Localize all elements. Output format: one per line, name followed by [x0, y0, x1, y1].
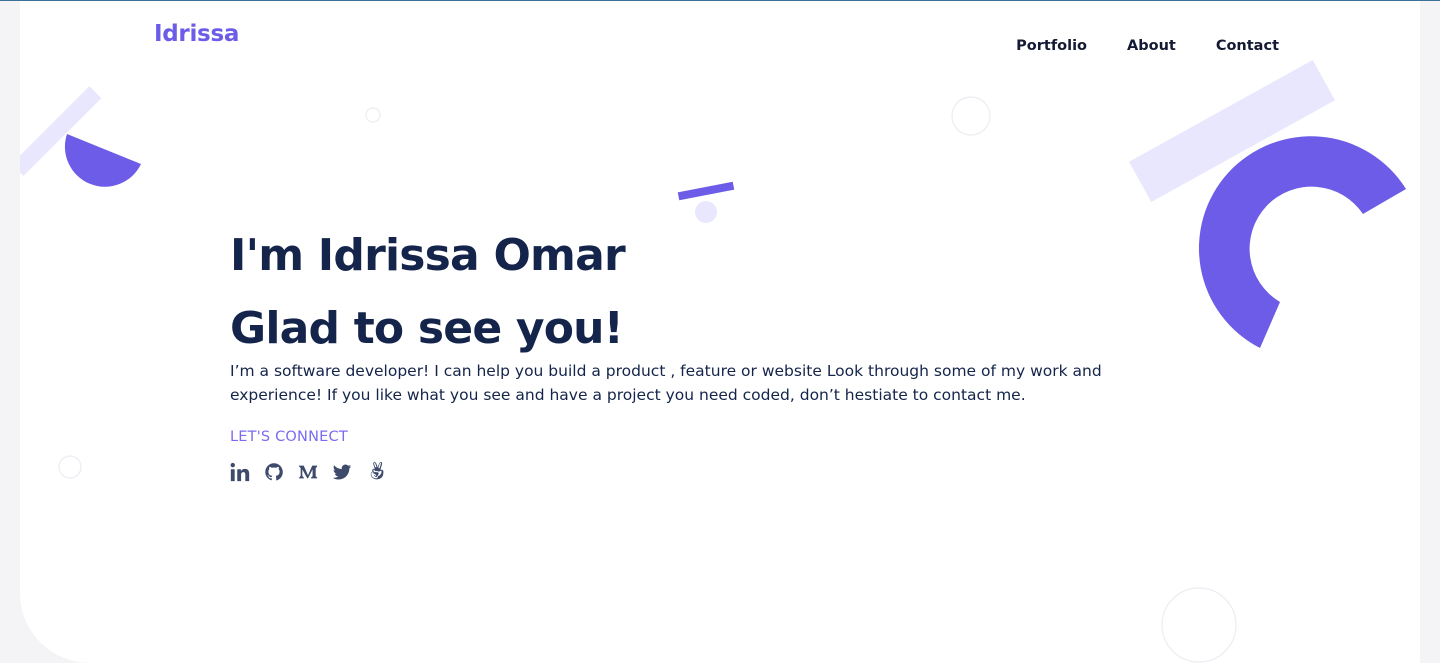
- deco-circle-mid: [951, 96, 991, 136]
- deco-circle-small: [365, 107, 381, 123]
- twitter-icon: [332, 464, 351, 480]
- github-link[interactable]: [262, 460, 285, 484]
- page-card: Idrissa Portfolio About Contact I'm Idri…: [20, 1, 1420, 663]
- hero-title-line-1: I'm Idrissa Omar: [230, 230, 626, 281]
- linkedin-link[interactable]: [228, 460, 251, 484]
- nav-link-contact[interactable]: Contact: [1216, 38, 1279, 54]
- nav-link-portfolio[interactable]: Portfolio: [1016, 38, 1087, 54]
- angellist-icon: [370, 461, 383, 480]
- deco-bar-center: [677, 181, 735, 201]
- hero-intro: I’m a software developer! I can help you…: [230, 362, 1102, 404]
- deco-arc-right: [1198, 136, 1406, 348]
- deco-dot-center: [695, 201, 717, 223]
- medium-link[interactable]: [296, 460, 319, 484]
- hero-title: I'm Idrissa Omar Glad to see you!: [230, 219, 626, 365]
- linkedin-icon: [230, 462, 249, 482]
- connect-label: LET'S CONNECT: [230, 429, 348, 445]
- social-links: [228, 460, 387, 484]
- hero-title-line-2: Glad to see you!: [230, 303, 624, 354]
- deco-circle-bottom: [1161, 587, 1237, 663]
- deco-circle-left: [58, 455, 82, 479]
- medium-icon: [298, 465, 317, 479]
- deco-halfdisc-topleft: [64, 134, 141, 187]
- nav-link-about[interactable]: About: [1127, 38, 1176, 54]
- site-logo[interactable]: Idrissa: [154, 21, 239, 47]
- github-icon: [264, 463, 283, 481]
- angellist-link[interactable]: [364, 460, 387, 484]
- main-nav: Portfolio About Contact: [1016, 38, 1279, 54]
- twitter-link[interactable]: [330, 460, 353, 484]
